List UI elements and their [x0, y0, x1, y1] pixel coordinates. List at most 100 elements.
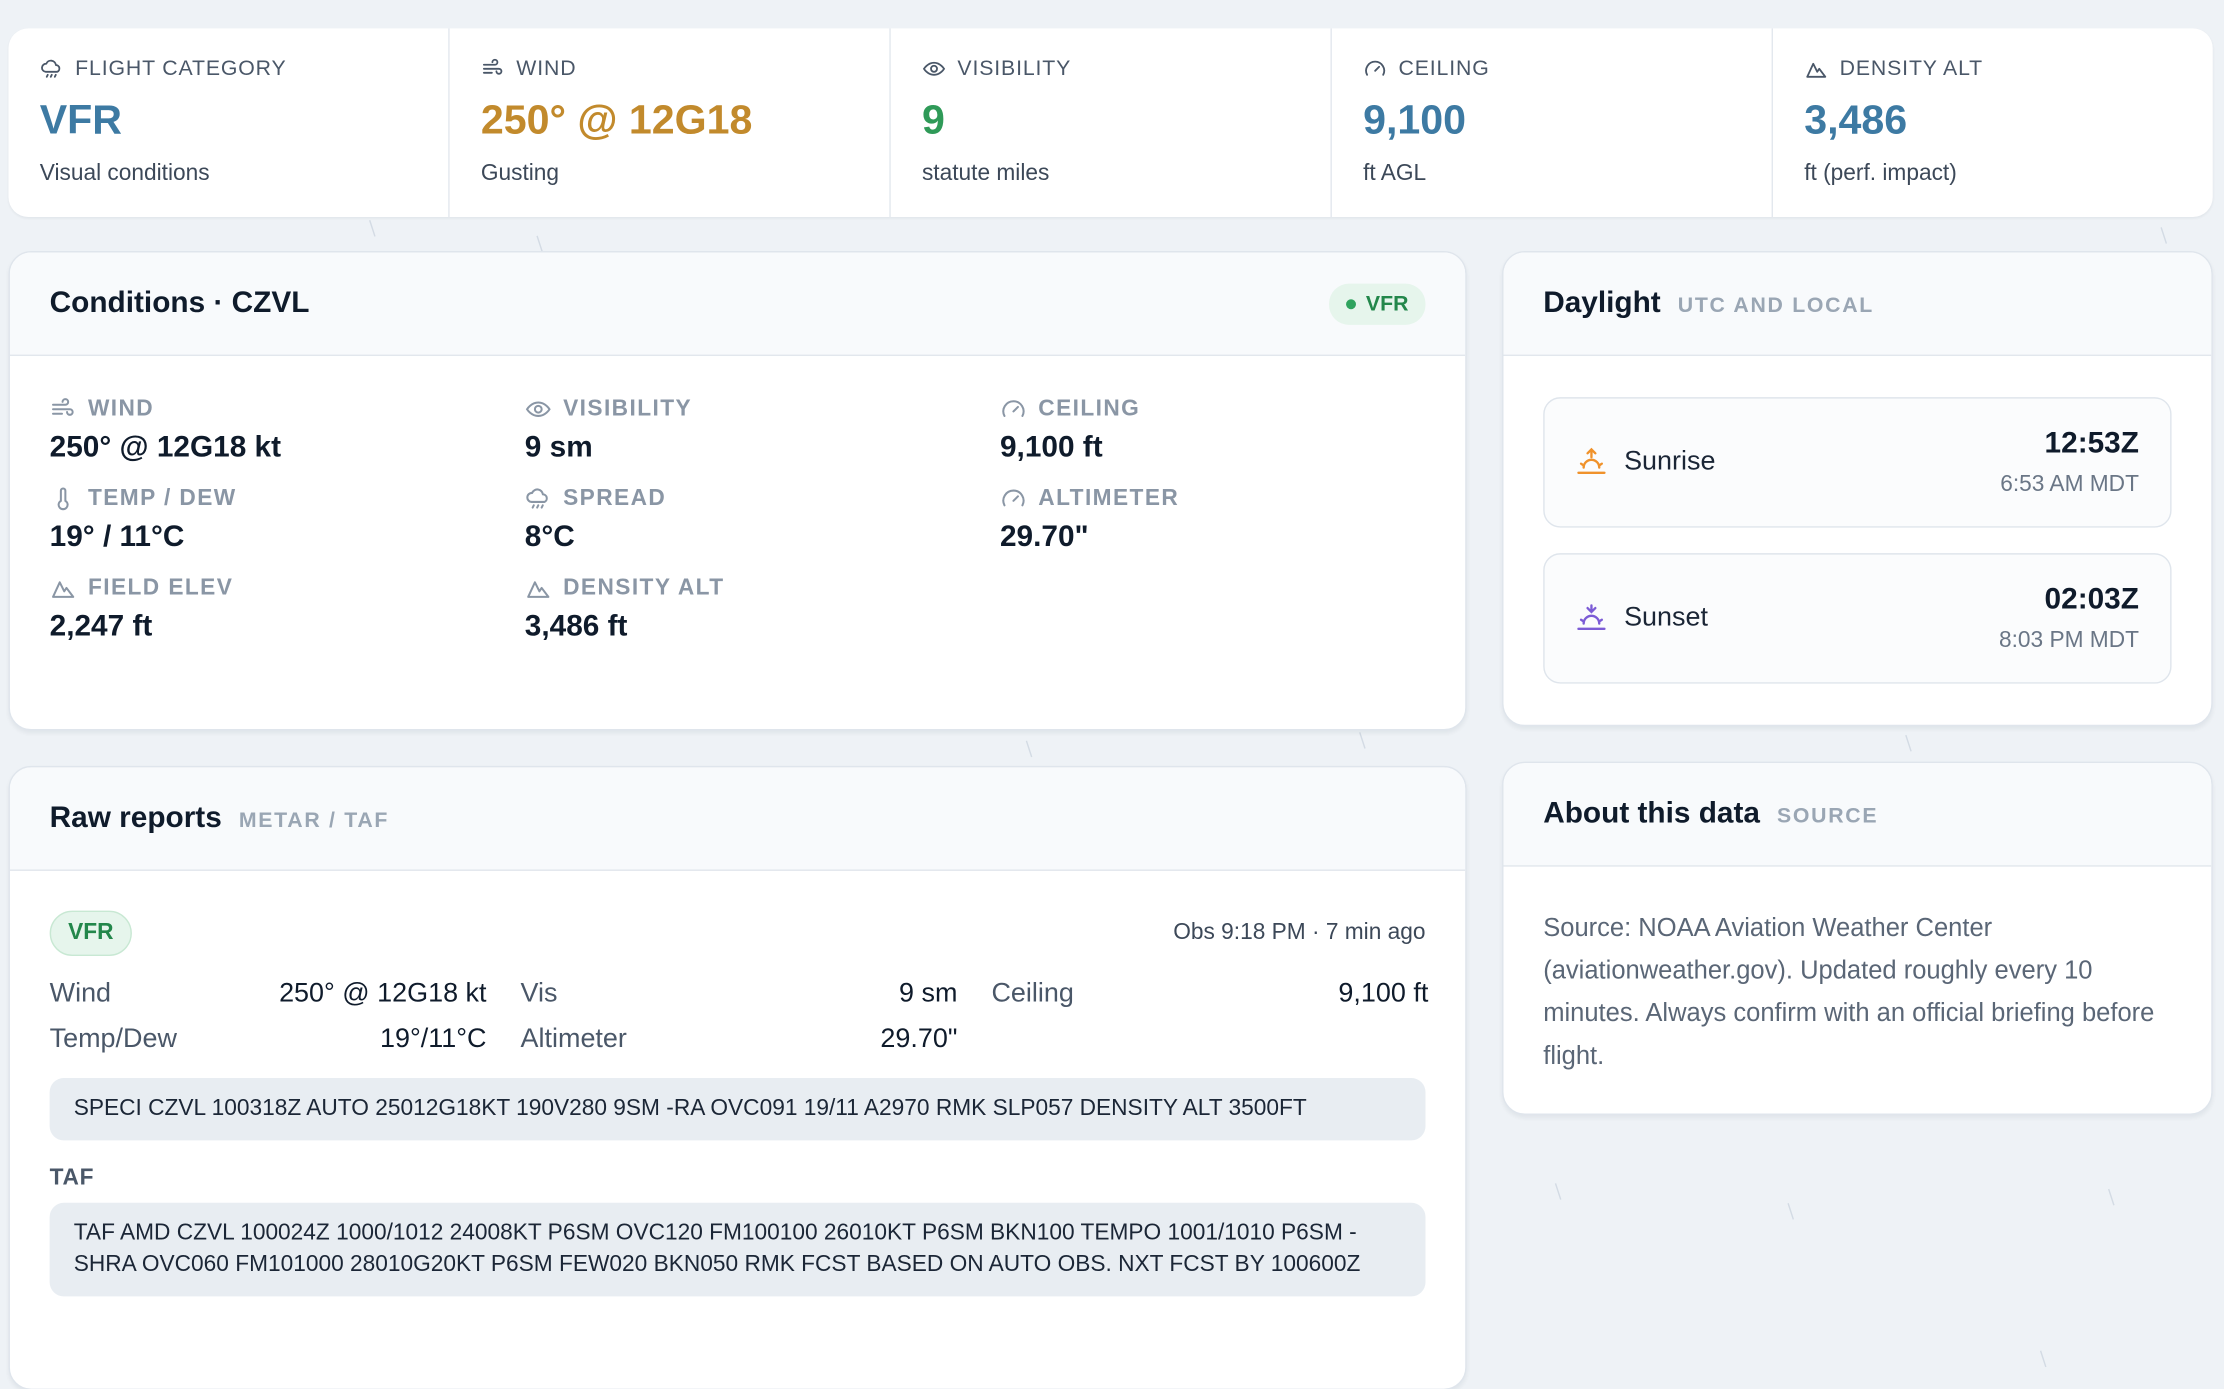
cell-label: SPREAD — [563, 485, 667, 510]
mountain-icon — [52, 581, 75, 598]
cell-value: 2,247 ft — [49, 609, 153, 643]
cloud-rain-icon — [41, 59, 61, 78]
cond-spread: SPREAD 8°C — [525, 485, 1000, 555]
dashboard: FLIGHT CATEGORY VFR Visual conditions WI… — [0, 0, 2224, 1389]
sunset-label: Sunset — [1624, 602, 1708, 633]
conditions-card: Conditions · CZVL VFR WIND 250° @ 12G18 … — [8, 251, 1467, 731]
sunset-utc: 02:03Z — [2044, 582, 2139, 616]
cell-label: WIND — [87, 396, 155, 421]
cell-label: TEMP / DEW — [87, 485, 237, 510]
rain-streak — [536, 235, 544, 253]
flight-category-badge: VFR — [1329, 282, 1426, 325]
mountain-icon — [1806, 62, 1827, 78]
stat-wind: WIND 250° @ 12G18 Gusting — [450, 28, 891, 218]
taf-label: TAF — [49, 1165, 95, 1191]
cell-value: 29.70" — [999, 520, 1089, 554]
cloud-rain-icon — [526, 488, 548, 509]
flight-category-pill: VFR — [49, 910, 132, 957]
stat-label: CEILING — [1398, 56, 1490, 81]
cond-wind: WIND 250° @ 12G18 kt — [50, 396, 525, 466]
stat-sub: ft AGL — [1363, 161, 1427, 186]
kv-value: 9 sm — [898, 978, 958, 1009]
cond-field-elev: FIELD ELEV 2,247 ft — [50, 574, 525, 644]
stat-value: 9,100 — [1363, 97, 1467, 144]
cond-visibility: VISIBILITY 9 sm — [525, 396, 1000, 466]
sunrise-local: 6:53 AM MDT — [2000, 472, 2139, 497]
cell-value: 3,486 ft — [524, 609, 628, 643]
cond-ceiling: CEILING 9,100 ft — [1000, 396, 1426, 466]
cond-temp-dew: TEMP / DEW 19° / 11°C — [50, 485, 525, 555]
cell-value: 19° / 11°C — [49, 520, 185, 554]
stat-flight-category: FLIGHT CATEGORY VFR Visual conditions — [9, 28, 450, 218]
stat-value: 250° @ 12G18 — [480, 97, 753, 144]
badge-label: VFR — [1365, 291, 1409, 316]
kv-value: 250° @ 12G18 kt — [279, 978, 487, 1009]
sunrise-icon — [1577, 447, 1606, 474]
stat-sub: Gusting — [480, 161, 560, 186]
rain-streak — [1787, 1203, 1795, 1220]
rain-streak — [1905, 734, 1912, 752]
raw-reports-card: Raw reports METAR / TAF VFR Obs 9:18 PM … — [8, 765, 1467, 1389]
stat-label: VISIBILITY — [957, 56, 1072, 81]
daylight-tag: UTC AND LOCAL — [1677, 292, 1875, 318]
mountain-icon — [527, 581, 550, 598]
rain-streak — [2160, 227, 2168, 244]
sunrise-label: Sunrise — [1624, 446, 1716, 477]
kv-key: Temp/Dew — [49, 1024, 177, 1054]
eye-icon — [922, 61, 946, 76]
rain-streak — [1359, 732, 1366, 749]
wind-icon — [482, 58, 503, 75]
cell-label: DENSITY ALT — [563, 575, 725, 600]
taf-text[interactable]: TAF AMD CZVL 100024Z 1000/1012 24008KT P… — [49, 1202, 1426, 1297]
sunrise-utc: 12:53Z — [2044, 426, 2139, 460]
cell-value: 9 sm — [524, 431, 593, 464]
about-text: Source: NOAA Aviation Weather Center (av… — [1543, 913, 2155, 1070]
raw-tag: METAR / TAF — [238, 807, 390, 832]
eye-icon — [525, 401, 551, 417]
stat-density-alt: DENSITY ALT 3,486 ft (perf. impact) — [1773, 28, 2213, 217]
raw-ceiling: Ceiling 9,100 ft — [991, 979, 1428, 1010]
metar-text[interactable]: SPECI CZVL 100318Z AUTO 25012G18KT 190V2… — [49, 1077, 1426, 1141]
cell-label: ALTIMETER — [1038, 485, 1180, 510]
daylight-title: Daylight — [1543, 286, 1661, 320]
kv-value: 19°/11°C — [380, 1024, 487, 1054]
sunset-local: 8:03 PM MDT — [1998, 628, 2139, 653]
thermometer-icon — [57, 487, 69, 511]
cond-density-alt: DENSITY ALT 3,486 ft — [525, 574, 1000, 644]
stat-ceiling: CEILING 9,100 ft AGL — [1332, 28, 1774, 218]
about-tag: SOURCE — [1777, 803, 1879, 828]
cell-value: 250° @ 12G18 kt — [49, 431, 282, 464]
rain-streak — [1025, 740, 1033, 758]
rain-streak — [369, 220, 376, 237]
stat-strip: FLIGHT CATEGORY VFR Visual conditions WI… — [8, 28, 2213, 218]
cond-altimeter: ALTIMETER 29.70" — [1000, 485, 1426, 555]
raw-title: Raw reports — [49, 801, 222, 835]
stat-sub: statute miles — [921, 161, 1050, 186]
stat-sub: ft (perf. impact) — [1804, 161, 1957, 186]
stat-label: WIND — [516, 56, 577, 81]
raw-temp: Temp/Dew 19°/11°C — [50, 1024, 487, 1055]
kv-key: Altimeter — [520, 1024, 627, 1054]
cell-value: 8°C — [524, 520, 575, 554]
about-card: About this data SOURCE Source: NOAA Avia… — [1502, 761, 2213, 1115]
conditions-title: Conditions · CZVL — [49, 286, 310, 320]
raw-wind: Wind 250° @ 12G18 kt — [50, 979, 487, 1010]
daylight-card: Daylight UTC AND LOCAL Sunrise 12:53Z 6:… — [1502, 251, 2213, 727]
kv-value: 29.70" — [880, 1024, 958, 1054]
stat-label: DENSITY ALT — [1839, 56, 1984, 81]
kv-key: Ceiling — [991, 978, 1074, 1009]
rain-streak — [1554, 1183, 1562, 1200]
kv-value: 9,100 ft — [1338, 978, 1429, 1009]
kv-key: Wind — [49, 978, 112, 1009]
stat-label: FLIGHT CATEGORY — [75, 56, 287, 81]
sunrise-row: Sunrise 12:53Z 6:53 AM MDT — [1543, 397, 2172, 528]
raw-altimeter: Altimeter 29.70" — [521, 1024, 958, 1055]
sunset-row: Sunset 02:03Z 8:03 PM MDT — [1543, 553, 2172, 684]
stat-value: 3,486 — [1804, 97, 1908, 144]
stat-value: 9 — [921, 97, 945, 144]
gauge-icon — [1002, 400, 1025, 417]
stat-sub: Visual conditions — [39, 161, 210, 186]
cell-value: 9,100 ft — [999, 431, 1103, 464]
raw-vis: Vis 9 sm — [521, 979, 958, 1010]
rain-streak — [2107, 1188, 2115, 1206]
